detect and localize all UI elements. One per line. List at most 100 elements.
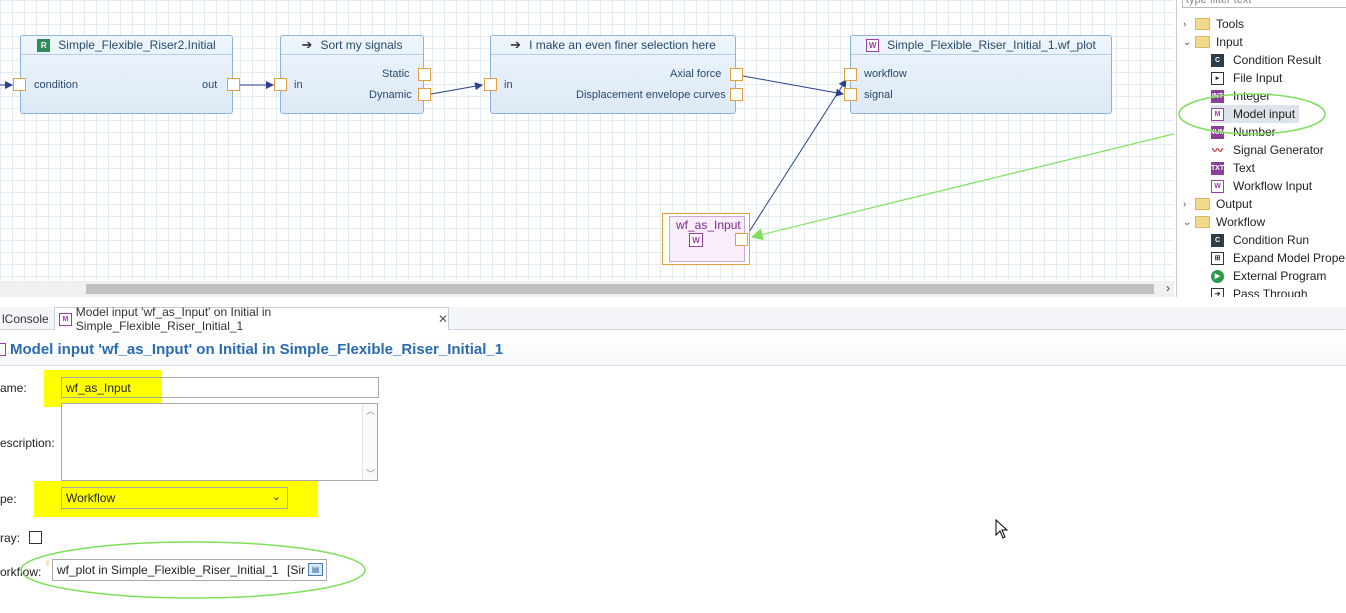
palette-item-file-input[interactable]: ▸ File Input: [1211, 69, 1282, 87]
workflow-icon: W: [689, 233, 703, 247]
node-header: W Simple_Flexible_Riser_Initial_1.wf_plo…: [851, 36, 1111, 55]
port-label-displacement: Displacement envelope curves: [576, 89, 726, 101]
name-field[interactable]: wf_as_Input: [61, 377, 379, 398]
node-header: ➔ Sort my signals: [281, 36, 423, 55]
palette-item-expand-model[interactable]: ⊞ Expand Model Proper: [1211, 249, 1346, 267]
chevron-down-icon[interactable]: ⌄: [272, 490, 281, 503]
model-input-icon: [0, 342, 6, 356]
palette-label: Input: [1216, 35, 1243, 49]
scroll-down-icon[interactable]: ﹀: [366, 467, 375, 480]
node-title: I make an even finer selection here: [529, 38, 716, 52]
port-label-dynamic: Dynamic: [369, 89, 412, 101]
palette-label: External Program: [1233, 269, 1327, 283]
filter-input[interactable]: type filter text: [1182, 0, 1346, 8]
scrollbar-thumb[interactable]: [86, 284, 1154, 294]
workflow-canvas[interactable]: R Simple_Flexible_Riser2.Initial conditi…: [0, 0, 1174, 297]
model-input-icon: M: [59, 312, 72, 326]
palette-panel: type filter text › Tools ⌄ Input C Condi…: [1176, 0, 1346, 297]
port-label-condition: condition: [34, 79, 79, 91]
palette-label: Tools: [1216, 17, 1245, 31]
port-signal[interactable]: [844, 88, 857, 101]
editor-title-bar: Model input 'wf_as_Input' on Initial in …: [0, 333, 1346, 366]
page-title: Model input 'wf_as_Input' on Initial in …: [10, 340, 504, 358]
port-label-signal: signal: [864, 89, 893, 101]
palette-label: Workflow Input: [1233, 179, 1313, 193]
node-riser-initial[interactable]: R Simple_Flexible_Riser2.Initial: [20, 35, 233, 114]
description-scrollbar[interactable]: ︿ ﹀: [362, 404, 377, 480]
palette-item-condition-result[interactable]: C Condition Result: [1211, 51, 1321, 69]
description-label: escription:: [0, 436, 55, 450]
palette-folder-workflow[interactable]: ⌄ Workflow: [1183, 213, 1265, 231]
editor-tab-bar: lConsole M Model input 'wf_as_Input' on …: [0, 305, 1346, 333]
type-label: pe:: [0, 492, 17, 506]
tab-label: Model input 'wf_as_Input' on Initial in …: [75, 305, 272, 333]
chevron-down-icon[interactable]: ⌄: [1183, 37, 1195, 48]
palette-item-workflow-input[interactable]: W Workflow Input: [1211, 177, 1312, 195]
palette-folder-tools[interactable]: › Tools: [1183, 15, 1244, 33]
tab-model-input[interactable]: M Model input 'wf_as_Input' on Initial i…: [54, 305, 449, 333]
name-label: ame:: [0, 381, 27, 395]
tab-console[interactable]: lConsole: [0, 307, 52, 330]
connection-dynamic-to-in: [430, 82, 483, 95]
horizontal-scrollbar[interactable]: ›: [0, 281, 1174, 297]
file-input-icon: ▸: [1211, 71, 1224, 85]
signal-generator-icon: 〰: [1212, 145, 1223, 157]
palette-label: Condition Result: [1233, 53, 1322, 67]
port-dynamic[interactable]: [418, 88, 431, 101]
scroll-up-icon[interactable]: ︿: [366, 404, 375, 417]
arrow-right-icon: ➔: [1211, 287, 1224, 297]
node-title: Simple_Flexible_Riser_Initial_1.wf_plot: [887, 38, 1096, 52]
chevron-right-icon[interactable]: ›: [1183, 199, 1195, 210]
palette-label: Text: [1233, 161, 1256, 175]
connection-input-to-workflow: [748, 79, 847, 233]
arrow-right-icon: ➔: [301, 37, 313, 52]
annotation-ellipse-workflow: [20, 541, 366, 599]
riser-icon: R: [37, 38, 51, 52]
type-select[interactable]: Workflow ⌄: [61, 487, 288, 509]
palette-item-signal-generator[interactable]: 〰 Signal Generator: [1211, 141, 1324, 159]
palette-label: Condition Run: [1233, 233, 1310, 247]
arrow-right-icon: ➔: [510, 37, 522, 52]
port-out[interactable]: [227, 78, 240, 91]
node-title: Simple_Flexible_Riser2.Initial: [58, 38, 216, 52]
chevron-right-icon[interactable]: ›: [1183, 19, 1195, 30]
port-condition[interactable]: [13, 78, 26, 91]
port-axial-force[interactable]: [730, 68, 743, 81]
condition-icon: C: [1211, 233, 1224, 247]
node-title: Sort my signals: [320, 38, 403, 52]
port-static[interactable]: [418, 68, 431, 81]
port-label-axial-force: Axial force: [670, 68, 722, 80]
port-label-workflow: workflow: [864, 68, 907, 80]
tab-label: lConsole: [2, 311, 49, 326]
port-displacement[interactable]: [730, 88, 743, 101]
palette-item-external-program[interactable]: ▶ External Program: [1211, 267, 1326, 285]
workflow-icon: W: [866, 38, 880, 52]
folder-icon: [1195, 198, 1210, 210]
node-header: R Simple_Flexible_Riser2.Initial: [21, 36, 232, 55]
folder-icon: [1195, 36, 1210, 48]
palette-label: Signal Generator: [1233, 143, 1324, 157]
connection-axial-to-signal: [742, 75, 844, 97]
port-in[interactable]: [484, 78, 497, 91]
palette-folder-output[interactable]: › Output: [1183, 195, 1252, 213]
close-icon[interactable]: ✕: [438, 312, 448, 326]
chevron-down-icon[interactable]: ⌄: [1183, 217, 1195, 228]
scroll-right-icon[interactable]: ›: [1166, 281, 1170, 295]
port-in[interactable]: [274, 78, 287, 91]
node-header: ➔ I make an even finer selection here: [491, 36, 735, 55]
description-field[interactable]: ︿ ﹀: [61, 403, 378, 481]
type-value: Workflow: [66, 491, 116, 505]
port-workflow[interactable]: [844, 68, 857, 81]
folder-icon: [1195, 18, 1210, 30]
palette-item-pass-through[interactable]: ➔ Pass Through: [1211, 285, 1308, 297]
palette-item-condition-run[interactable]: C Condition Run: [1211, 231, 1309, 249]
play-icon: ▶: [1211, 269, 1224, 283]
port-label-in: in: [294, 79, 303, 91]
node-title: wf_as_Input: [676, 218, 741, 232]
palette-item-text[interactable]: TXT Text: [1211, 159, 1255, 177]
array-label: ray:: [0, 531, 21, 545]
palette-label: Workflow: [1216, 215, 1266, 229]
port-input-out[interactable]: [735, 233, 748, 246]
palette-folder-input[interactable]: ⌄ Input: [1183, 33, 1243, 51]
palette-label: Output: [1216, 197, 1253, 211]
